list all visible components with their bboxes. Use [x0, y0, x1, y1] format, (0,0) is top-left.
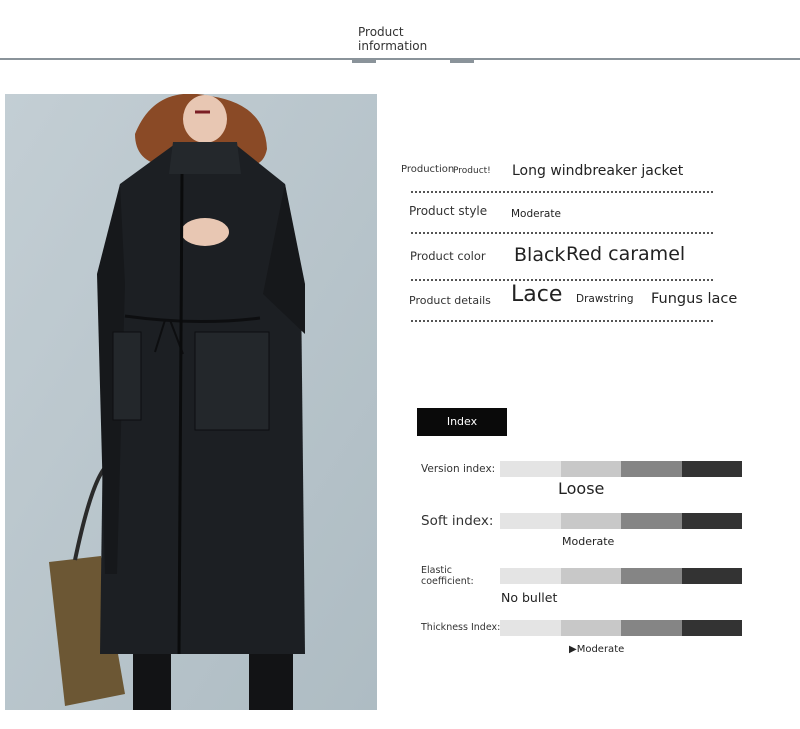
scale-segment	[560, 620, 621, 636]
index-description-badge: Index description	[417, 408, 507, 456]
section-title: Product information	[358, 25, 428, 53]
row-divider	[411, 320, 713, 322]
header-tab-right	[450, 58, 474, 63]
version-index-scale	[500, 461, 742, 477]
production-sub-label: Product!	[453, 166, 491, 176]
header-divider	[0, 58, 800, 60]
soft-index-scale	[500, 513, 742, 529]
scale-segment	[500, 513, 561, 529]
version-index-label: Version index:	[421, 463, 496, 475]
scale-segment	[621, 461, 682, 477]
production-value: Long windbreaker jacket	[512, 163, 684, 179]
production-label: Production	[401, 164, 455, 175]
thickness-index-value-text: Moderate	[576, 644, 625, 655]
scale-segment	[681, 513, 742, 529]
scale-segment	[560, 568, 621, 584]
color-value-black: Black	[514, 244, 566, 266]
color-label: Product color	[410, 249, 486, 263]
thickness-index-scale	[500, 620, 742, 636]
scale-segment	[621, 513, 682, 529]
style-label: Product style	[409, 204, 488, 218]
details-value-drawstring: Drawstring	[576, 293, 634, 305]
row-divider	[411, 191, 713, 193]
scale-segment	[681, 620, 742, 636]
product-photo	[5, 94, 377, 710]
row-divider	[411, 232, 713, 234]
soft-index-value: Moderate	[562, 535, 615, 548]
version-index-value: Loose	[558, 479, 605, 498]
scale-segment	[560, 513, 621, 529]
elastic-coefficient-label: Elastic coefficient:	[421, 565, 474, 587]
scale-segment	[681, 568, 742, 584]
details-label: Product details	[409, 294, 491, 307]
scale-segment	[621, 568, 682, 584]
details-value-fungus-lace: Fungus lace	[651, 291, 738, 307]
thickness-index-value: ▶Moderate	[569, 644, 624, 655]
row-divider	[411, 279, 713, 281]
elastic-coefficient-scale	[500, 568, 742, 584]
scale-segment	[500, 568, 561, 584]
scale-segment	[500, 461, 561, 477]
scale-segment	[500, 620, 561, 636]
pointer-icon: ▶	[569, 644, 577, 655]
color-value-red-caramel: Red caramel	[566, 243, 686, 265]
scale-segment	[560, 461, 621, 477]
scale-segment	[621, 620, 682, 636]
style-value: Moderate	[511, 208, 561, 220]
scale-segment	[681, 461, 742, 477]
header-tab-left	[352, 58, 376, 63]
soft-index-label: Soft index:	[421, 513, 494, 529]
details-value-lace: Lace	[511, 282, 563, 307]
elastic-coefficient-value: No bullet	[501, 590, 558, 605]
thickness-index-label: Thickness Index:	[421, 622, 501, 633]
